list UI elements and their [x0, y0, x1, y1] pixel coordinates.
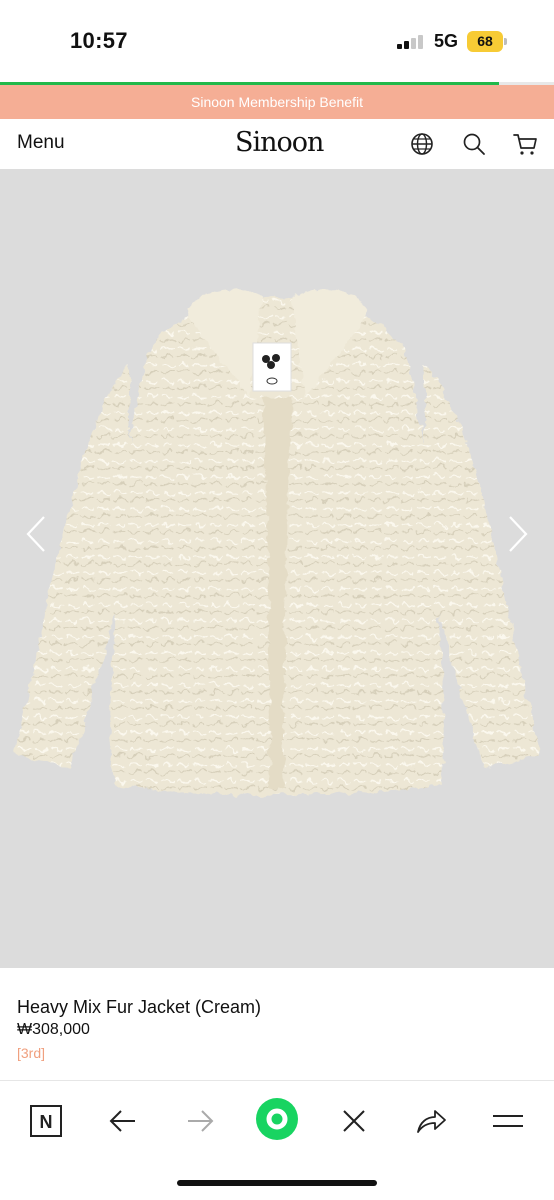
battery-level: 68 — [467, 31, 503, 52]
close-icon[interactable] — [336, 1103, 372, 1139]
next-image-arrow-icon[interactable] — [506, 514, 530, 554]
product-price: ₩308,000 — [17, 1021, 90, 1038]
signal-strength-icon — [397, 35, 425, 49]
product-image[interactable] — [0, 169, 554, 968]
status-bar: 10:57 5G 68 — [0, 0, 554, 84]
home-indicator[interactable] — [177, 1180, 377, 1186]
network-type: 5G — [434, 31, 459, 51]
site-header: Menu Sinoon — [0, 119, 554, 169]
product-tag: [3rd] — [17, 1045, 46, 1061]
menu-button[interactable]: Menu — [17, 132, 65, 154]
prev-image-arrow-icon[interactable] — [24, 514, 48, 554]
product-info: Heavy Mix Fur Jacket (Cream) ₩308,000 [3… — [0, 968, 554, 1080]
hamburger-menu-icon[interactable] — [490, 1103, 526, 1139]
forward-arrow-icon[interactable] — [182, 1103, 218, 1139]
naver-n-icon[interactable]: N — [28, 1103, 64, 1139]
battery-icon: 68 — [467, 31, 507, 52]
search-icon[interactable] — [461, 131, 487, 157]
membership-banner[interactable]: Sinoon Membership Benefit — [0, 85, 554, 119]
cart-icon[interactable] — [512, 131, 538, 157]
share-icon[interactable] — [413, 1103, 449, 1139]
status-time: 10:57 — [70, 28, 128, 53]
green-home-icon[interactable] — [255, 1097, 299, 1141]
product-name: Heavy Mix Fur Jacket (Cream) — [17, 997, 262, 1017]
globe-icon[interactable] — [409, 131, 435, 157]
fur-jacket-image — [14, 289, 540, 796]
sinoon-logo[interactable]: Sinoon — [235, 127, 324, 158]
svg-text:N: N — [40, 1112, 53, 1132]
back-arrow-icon[interactable] — [105, 1103, 141, 1139]
